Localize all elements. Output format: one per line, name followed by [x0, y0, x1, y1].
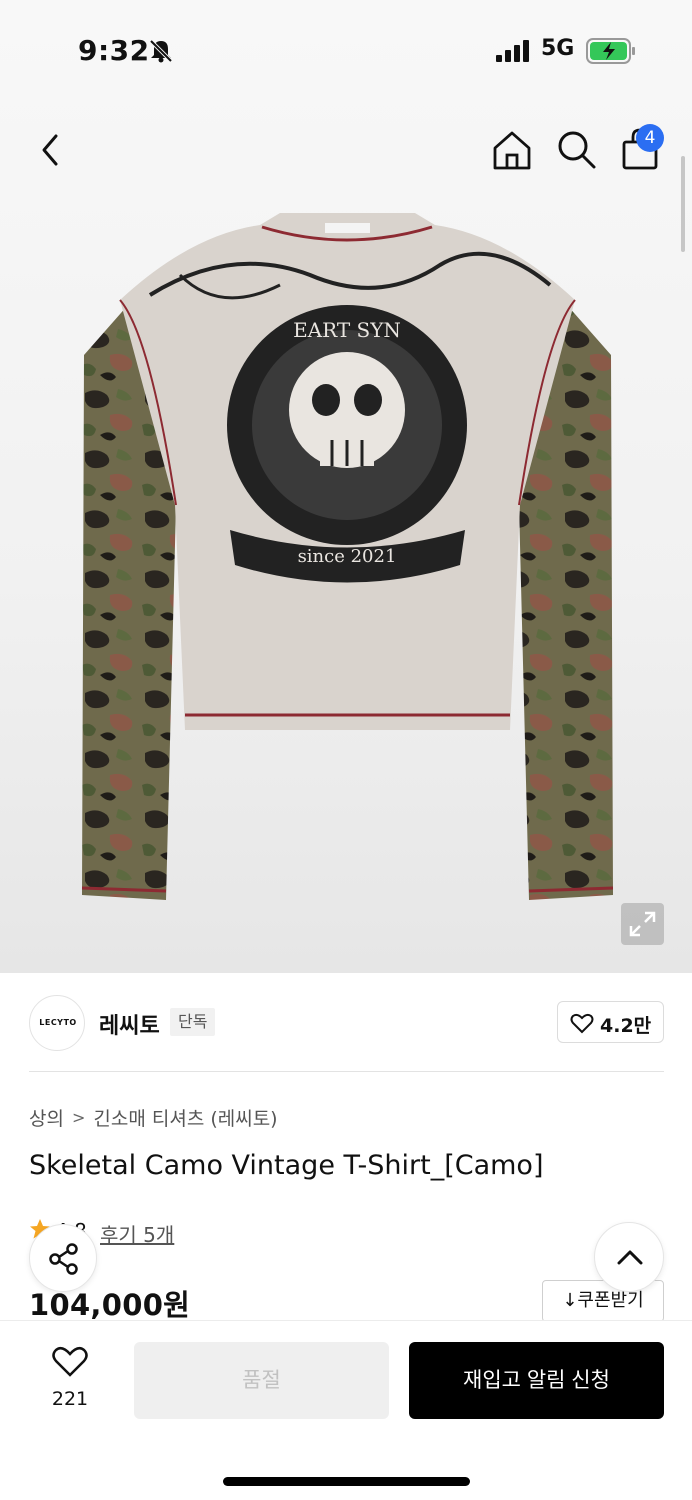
back-icon[interactable]: [34, 130, 68, 170]
expand-button[interactable]: [621, 903, 664, 945]
chevron-right-icon: >: [71, 1108, 86, 1127]
heart-icon: [570, 1013, 594, 1034]
wishlist-button[interactable]: 221: [40, 1344, 100, 1414]
share-button[interactable]: [29, 1224, 97, 1292]
download-icon: ↓: [562, 1290, 578, 1311]
brand-like-count: 4.2만: [600, 1015, 652, 1037]
home-indicator: [223, 1477, 470, 1486]
battery-icon: [586, 38, 635, 64]
breadcrumb-subcategory[interactable]: 긴소매 티셔츠 (레씨토): [93, 1104, 277, 1131]
network-label: 5G: [541, 36, 575, 61]
share-icon: [49, 1243, 78, 1275]
chevron-up-icon: [617, 1250, 643, 1265]
breadcrumb: 상의 > 긴소매 티셔츠 (레씨토): [29, 1104, 278, 1131]
soldout-button: 품절: [134, 1342, 389, 1419]
product-image[interactable]: EART SYN since 2021: [80, 205, 615, 905]
wishlist-count: 221: [51, 1388, 89, 1410]
expand-icon: [629, 911, 656, 937]
search-icon[interactable]: [555, 128, 597, 170]
coupon-label: 쿠폰받기: [577, 1290, 644, 1311]
brand-logo-text: LECYTO: [39, 1018, 77, 1027]
scroll-indicator: [681, 156, 685, 252]
home-icon[interactable]: [490, 128, 534, 172]
product-title: Skeletal Camo Vintage T-Shirt_[Camo]: [29, 1150, 544, 1181]
status-bar: 9:32 5G: [0, 0, 692, 100]
breadcrumb-category[interactable]: 상의: [29, 1104, 64, 1131]
brand-name[interactable]: 레씨토: [99, 1008, 160, 1040]
divider: [29, 1071, 664, 1072]
restock-alert-button[interactable]: 재입고 알림 신청: [409, 1342, 664, 1419]
cart-count-badge: 4: [636, 124, 664, 152]
brand-logo[interactable]: LECYTO: [29, 995, 85, 1051]
signal-icon: [496, 40, 529, 62]
scroll-top-button[interactable]: [594, 1222, 664, 1292]
brand-like-button[interactable]: 4.2만: [557, 1001, 664, 1043]
bell-slash-icon: [149, 39, 173, 63]
reviews-link[interactable]: 후기 5개: [100, 1219, 174, 1248]
graphic-text-bottom: since 2021: [298, 546, 397, 567]
graphic-text-top: EART SYN: [293, 318, 401, 342]
exclusive-badge: 단독: [170, 1008, 216, 1036]
status-time: 9:32: [78, 34, 150, 67]
heart-icon: [52, 1346, 88, 1377]
